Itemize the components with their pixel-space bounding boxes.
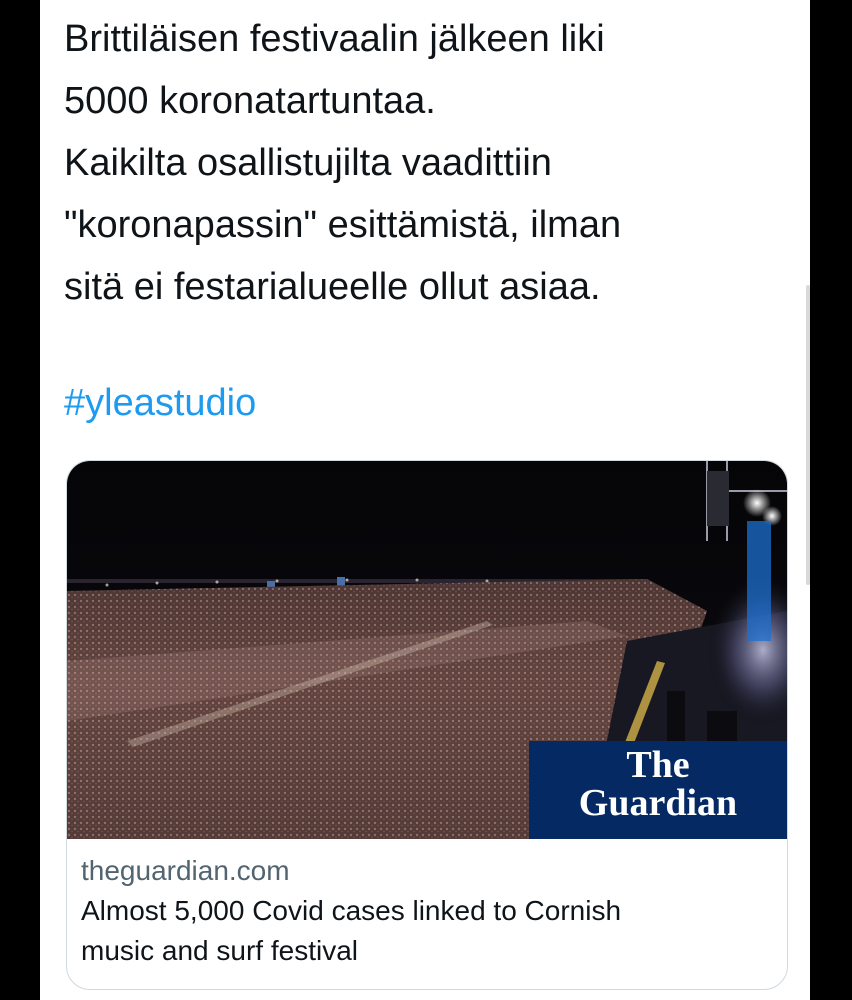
hashtag-link[interactable]: #yleastudio xyxy=(64,372,256,434)
tweet-text-line: 5000 koronatartuntaa. xyxy=(64,80,436,122)
tweet-frame: Brittiläisen festivaalin jälkeen liki 50… xyxy=(40,0,810,1000)
guardian-logo: The Guardian xyxy=(529,741,787,839)
guardian-logo-name: Guardian xyxy=(578,782,738,824)
tweet-text: Brittiläisen festivaalin jälkeen liki 50… xyxy=(64,8,794,318)
scrollbar[interactable] xyxy=(806,285,810,585)
card-domain: theguardian.com xyxy=(81,855,290,886)
card-title: Almost 5,000 Covid cases linked to Corni… xyxy=(81,891,781,971)
card-meta: theguardian.com Almost 5,000 Covid cases… xyxy=(81,851,781,971)
tweet-text-line: "koronapassin" esittämistä, ilman xyxy=(64,204,622,246)
card-title-line: Almost 5,000 Covid cases linked to Corni… xyxy=(81,895,622,926)
tweet-text-line: Kaikilta osallistujilta vaadittiin xyxy=(64,142,552,184)
tweet-text-line: sitä ei festarialueelle ollut asiaa. xyxy=(64,266,601,308)
card-title-line: music and surf festival xyxy=(81,935,358,966)
card-image[interactable]: The Guardian xyxy=(67,461,787,839)
link-preview-card[interactable]: The Guardian theguardian.com Almost 5,00… xyxy=(66,460,788,990)
guardian-logo-the: The xyxy=(626,744,690,786)
tweet-text-line: Brittiläisen festivaalin jälkeen liki xyxy=(64,18,605,60)
